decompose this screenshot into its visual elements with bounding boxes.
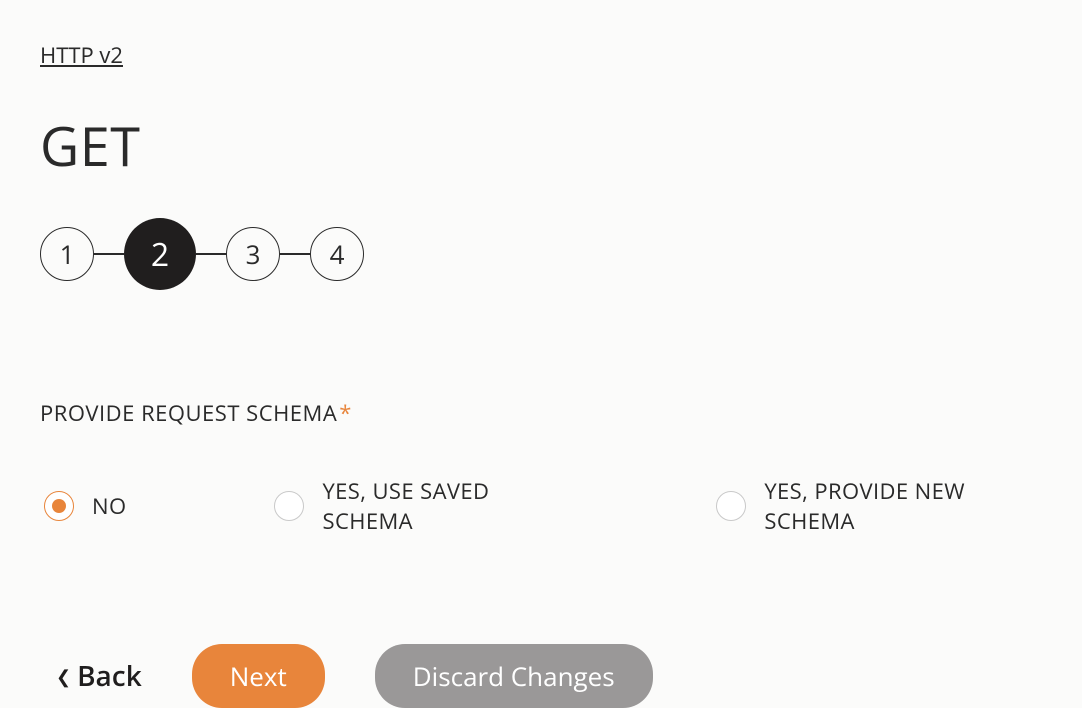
radio-option-saved-schema[interactable]: YES, USE SAVED SCHEMA (274, 476, 568, 536)
back-label: Back (77, 657, 142, 695)
step-4[interactable]: 4 (310, 227, 364, 281)
back-button[interactable]: ❮ Back (56, 657, 142, 695)
field-label: PROVIDE REQUEST SCHEMA* (40, 398, 1042, 428)
step-1[interactable]: 1 (40, 227, 94, 281)
step-connector (196, 253, 226, 255)
next-button[interactable]: Next (192, 644, 325, 708)
radio-label: YES, PROVIDE NEW SCHEMA (764, 476, 1042, 536)
stepper: 1 2 3 4 (40, 218, 1042, 290)
radio-indicator (44, 491, 74, 521)
radio-label: NO (92, 491, 126, 521)
breadcrumb-link[interactable]: HTTP v2 (40, 40, 123, 70)
step-connector (280, 253, 310, 255)
radio-option-no[interactable]: NO (44, 491, 126, 521)
page-title: GET (40, 108, 1042, 182)
button-row: ❮ Back Next Discard Changes (40, 644, 1042, 708)
radio-indicator (274, 491, 304, 521)
chevron-left-icon: ❮ (56, 668, 71, 686)
step-2[interactable]: 2 (124, 218, 196, 290)
radio-dot (52, 499, 66, 513)
radio-label: YES, USE SAVED SCHEMA (322, 476, 568, 536)
field-label-text: PROVIDE REQUEST SCHEMA (40, 398, 337, 428)
step-connector (94, 253, 124, 255)
step-3[interactable]: 3 (226, 227, 280, 281)
radio-indicator (716, 491, 746, 521)
radio-option-new-schema[interactable]: YES, PROVIDE NEW SCHEMA (716, 476, 1042, 536)
radio-group-schema: NO YES, USE SAVED SCHEMA YES, PROVIDE NE… (40, 476, 1042, 536)
required-indicator: * (339, 398, 352, 428)
discard-button[interactable]: Discard Changes (375, 644, 653, 708)
